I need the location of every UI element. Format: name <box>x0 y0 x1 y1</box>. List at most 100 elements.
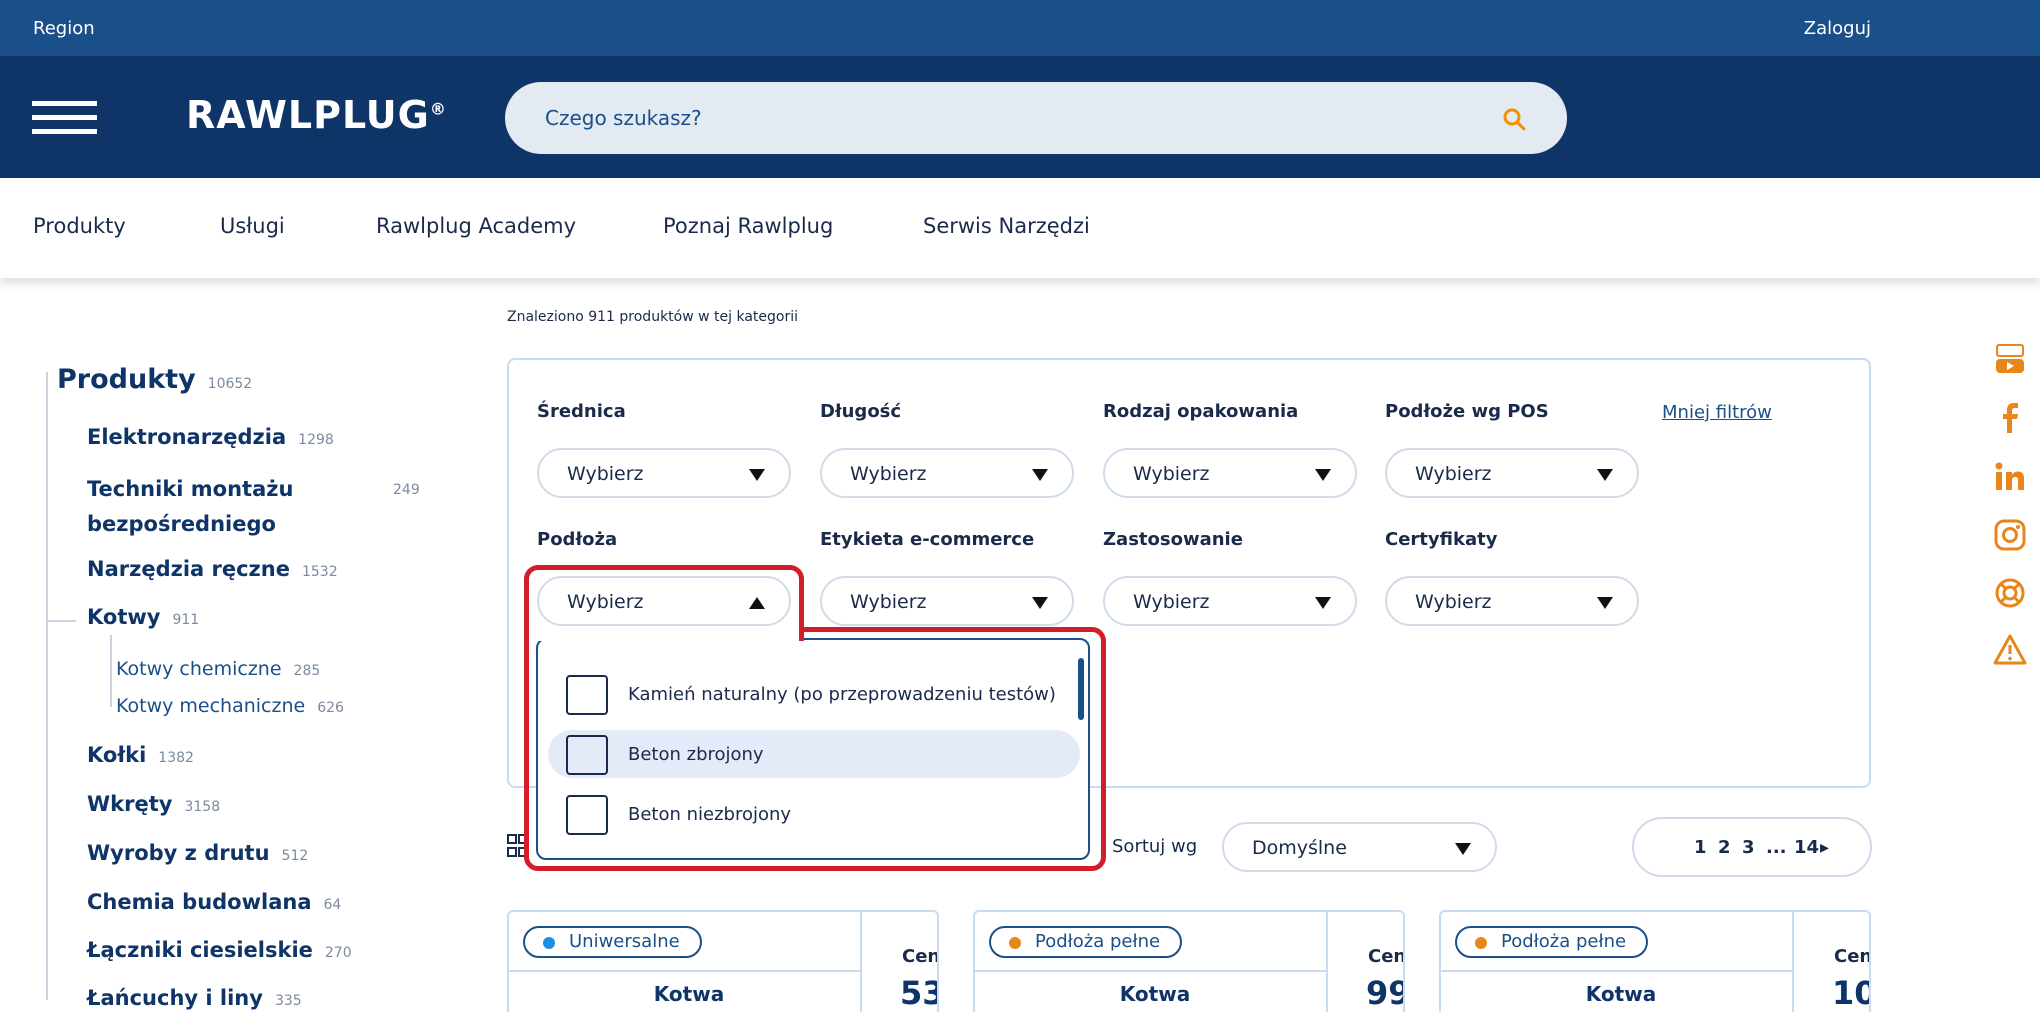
dropdown-option[interactable]: Kamień naturalny (po przeprowadzeniu tes… <box>548 670 1080 718</box>
search-input[interactable] <box>545 102 1445 134</box>
sidebar-subitem-kotwy-mechaniczne[interactable]: Kotwy mechaniczne 626 <box>116 695 344 717</box>
product-card[interactable]: Uniwersalne Kotwa Cen 53 <box>507 910 939 1012</box>
filter-label-podloze-wg-pos: Podłoże wg POS <box>1385 401 1549 422</box>
caret-down-icon <box>1597 597 1613 609</box>
filter-select-zastosowanie[interactable]: Wybierz <box>1103 576 1357 626</box>
linkedin-icon[interactable] <box>1993 460 2027 494</box>
sort-select[interactable]: Domyślne <box>1222 822 1497 872</box>
price-column: Cen 53 <box>860 912 937 1012</box>
filter-select-etykieta-e-commerce[interactable]: Wybierz <box>820 576 1074 626</box>
product-name[interactable]: Kotwa <box>975 982 1335 1006</box>
sidebar-item-label: Chemia budowlana <box>87 890 312 914</box>
sidebar-item-kolki[interactable]: Kołki 1382 <box>87 743 194 767</box>
nav-poznaj-rawlplug[interactable]: Poznaj Rawlplug <box>663 214 833 238</box>
product-name[interactable]: Kotwa <box>1441 982 1801 1006</box>
caret-down-icon <box>1315 469 1331 481</box>
page-3[interactable]: 3 <box>1742 837 1755 858</box>
product-badge: Podłoża pełne <box>989 926 1183 958</box>
rawlplug-logo[interactable]: RAWLPLUG® <box>186 93 447 137</box>
sidebar-item-lancuchy-i-liny[interactable]: Łańcuchy i liny 335 <box>87 986 302 1010</box>
price-column: Cen 10 <box>1792 912 1869 1012</box>
option-checkbox[interactable] <box>566 795 608 835</box>
instagram-icon[interactable] <box>1993 518 2027 552</box>
badge-label: Podłoża pełne <box>1501 931 1627 952</box>
select-value: Wybierz <box>1133 591 1210 613</box>
caret-up-icon <box>749 597 765 609</box>
dropdown-option[interactable]: Beton niezbrojony <box>548 790 1080 838</box>
sidebar-subitem-kotwy-chemiczne[interactable]: Kotwy chemiczne 285 <box>116 658 320 680</box>
select-value: Wybierz <box>1415 591 1492 613</box>
top-bar: Region Zaloguj <box>0 0 2040 56</box>
sidebar-item-label: Wkręty <box>87 792 173 816</box>
page-last[interactable]: 14 <box>1794 837 1819 858</box>
sidebar-item-wkrety[interactable]: Wkręty 3158 <box>87 792 220 816</box>
pagination: 1 2 3 ... 14 ▸ <box>1632 817 1872 877</box>
less-filters-link[interactable]: Mniej filtrów <box>1662 402 1772 423</box>
option-label: Beton zbrojony <box>628 744 764 765</box>
highlight-outline <box>524 636 529 646</box>
nav-rawlplug-academy[interactable]: Rawlplug Academy <box>376 214 576 238</box>
sidebar-subitem-count: 626 <box>317 700 344 716</box>
sidebar-item-narzedzia-reczne[interactable]: Narzędzia ręczne 1532 <box>87 557 338 581</box>
product-card[interactable]: Podłoża pełne Kotwa Cen 10 <box>1439 910 1871 1012</box>
sidebar-item-chemia-budowlana[interactable]: Chemia budowlana 64 <box>87 890 341 914</box>
dropdown-scrollbar[interactable] <box>1078 658 1084 720</box>
nav-serwis-narzedzi[interactable]: Serwis Narzędzi <box>923 214 1090 238</box>
product-name[interactable]: Kotwa <box>509 982 869 1006</box>
sidebar-item-label: Łączniki ciesielskie <box>87 938 313 962</box>
sort-value: Domyślne <box>1252 837 1347 859</box>
hamburger-menu-icon[interactable] <box>32 101 97 135</box>
dropdown-option[interactable]: Beton zbrojony <box>548 730 1080 778</box>
caret-down-icon <box>1455 843 1471 855</box>
sort-label: Sortuj wg <box>1112 836 1198 857</box>
tree-line <box>110 635 112 707</box>
sidebar-root-produkty[interactable]: Produkty 10652 <box>57 364 252 395</box>
badge-dot <box>543 937 555 949</box>
sidebar-item-wyroby-z-drutu[interactable]: Wyroby z drutu 512 <box>87 841 308 865</box>
sidebar-item-techniki-montazu[interactable]: Techniki montażu bezpośredniego <box>87 472 293 542</box>
grid-view-icon[interactable] <box>507 834 529 860</box>
sidebar-item-count: 512 <box>281 848 309 864</box>
page-2[interactable]: 2 <box>1718 837 1731 858</box>
card-divider <box>975 970 1332 972</box>
filter-select-dlugosc[interactable]: Wybierz <box>820 448 1074 498</box>
sidebar-item-kotwy[interactable]: Kotwy 911 <box>87 605 199 629</box>
filter-label-dlugosc: Długość <box>820 401 902 422</box>
option-label: Beton niezbrojony <box>628 804 792 825</box>
filter-select-certyfikaty[interactable]: Wybierz <box>1385 576 1639 626</box>
youtube-icon[interactable] <box>1993 342 2027 376</box>
search-icon[interactable] <box>1501 106 1527 132</box>
sidebar-item-laczniki-ciesielskie[interactable]: Łączniki ciesielskie 270 <box>87 938 352 962</box>
login-link[interactable]: Zaloguj <box>1804 18 1871 39</box>
caret-down-icon <box>1032 597 1048 609</box>
sidebar-item-label: Kołki <box>87 743 147 767</box>
filter-select-rodzaj-opakowania[interactable]: Wybierz <box>1103 448 1357 498</box>
help-icon[interactable] <box>1993 576 2027 610</box>
sidebar-subitem-label: Kotwy mechaniczne <box>116 695 306 717</box>
next-page-icon[interactable]: ▸ <box>1820 837 1829 858</box>
page-1[interactable]: 1 <box>1694 837 1707 858</box>
product-badge: Podłoża pełne <box>1455 926 1649 958</box>
option-checkbox[interactable] <box>566 735 608 775</box>
warning-icon[interactable] <box>1993 633 2027 667</box>
sidebar-item-count: 249 <box>393 482 420 498</box>
nav-produkty[interactable]: Produkty <box>33 214 126 238</box>
option-checkbox[interactable] <box>566 675 608 715</box>
facebook-icon[interactable] <box>1993 401 2027 435</box>
sidebar-root-label: Produkty <box>57 364 196 395</box>
region-link[interactable]: Region <box>33 18 95 39</box>
card-divider <box>509 970 866 972</box>
nav-uslugi[interactable]: Usługi <box>220 214 285 238</box>
tree-line <box>46 372 48 622</box>
sidebar-item-elektronarzedzia[interactable]: Elektronarzędzia 1298 <box>87 425 334 449</box>
filter-select-podloze-wg-pos[interactable]: Wybierz <box>1385 448 1639 498</box>
main-nav: Produkty Usługi Rawlplug Academy Poznaj … <box>0 178 2040 278</box>
price-value: 10 <box>1832 974 1869 1012</box>
product-card[interactable]: Podłoża pełne Kotwa Cen 99 <box>973 910 1405 1012</box>
filter-select-podloza[interactable]: Wybierz <box>537 576 791 626</box>
sidebar-item-count: 64 <box>323 897 342 913</box>
filter-select-srednica[interactable]: Wybierz <box>537 448 791 498</box>
option-label: Kamień naturalny (po przeprowadzeniu tes… <box>628 684 1056 705</box>
sidebar-subitem-label: Kotwy chemiczne <box>116 658 282 680</box>
price-label: Cen <box>902 946 939 967</box>
